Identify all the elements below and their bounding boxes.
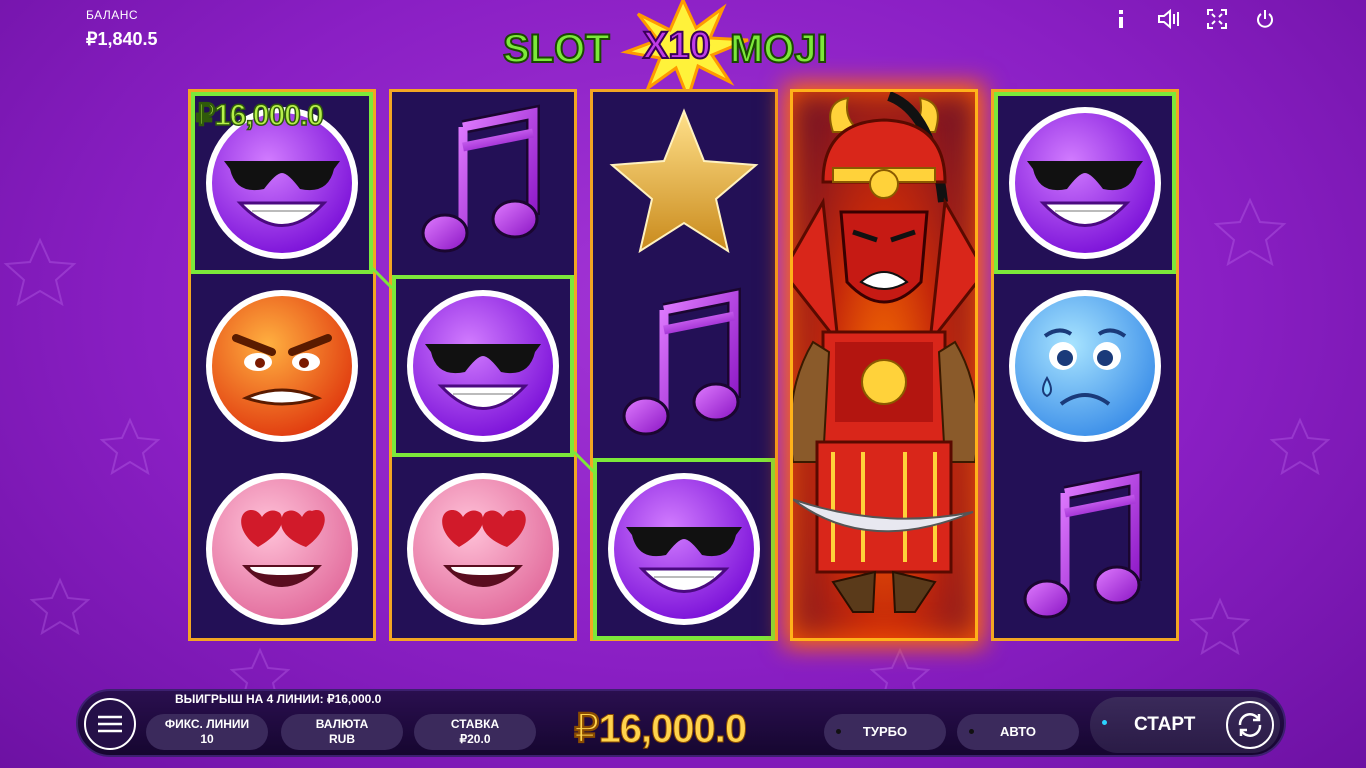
- sunglasses-emoji-icon: [604, 469, 764, 629]
- spin-icon: [1226, 701, 1274, 749]
- hamburger-icon: [98, 715, 122, 733]
- music-note-icon: [604, 286, 764, 446]
- win-lines-text: ВЫИГРЫШ НА 4 ЛИНИИ: ₽16,000.0: [175, 692, 382, 706]
- top-toolbar: [1108, 6, 1278, 32]
- reel-3-sym-1: [593, 92, 775, 274]
- heart-eyes-emoji-icon: [202, 469, 362, 629]
- star-icon: [604, 103, 764, 263]
- power-icon[interactable]: [1252, 6, 1278, 32]
- reel-3-sym-2: [593, 275, 775, 457]
- reel-5: [991, 89, 1179, 641]
- reel-1: [188, 89, 376, 641]
- reel-5-sym-1: [994, 92, 1176, 274]
- reel-3-sym-3: [593, 458, 775, 640]
- reel-1-sym-2: [191, 275, 373, 457]
- fullscreen-icon[interactable]: [1204, 6, 1230, 32]
- reel-5-sym-3: [994, 458, 1176, 640]
- total-win-amount: ₽16,000.0: [573, 707, 747, 752]
- info-icon[interactable]: [1108, 6, 1134, 32]
- reel-2: [389, 89, 577, 641]
- auto-toggle[interactable]: АВТО: [957, 714, 1079, 750]
- logo-left-text: SLOT: [503, 27, 610, 71]
- sunglasses-emoji-icon: [403, 286, 563, 446]
- music-note-icon: [1005, 469, 1165, 629]
- angry-emoji-icon: [202, 286, 362, 446]
- lines-label: ФИКС. ЛИНИИ: [164, 717, 250, 731]
- reel-4: [772, 89, 987, 641]
- start-button[interactable]: СТАРТ: [1090, 697, 1280, 753]
- auto-label: АВТО: [999, 724, 1036, 739]
- bet-label: СТАВКА: [450, 717, 500, 731]
- lines-selector[interactable]: ФИКС. ЛИНИИ 10: [146, 714, 268, 750]
- reel-win-amount: ₽16,000.0: [195, 98, 324, 133]
- bet-selector[interactable]: СТАВКА ₽20.0: [414, 714, 536, 750]
- bet-value: ₽20.0: [459, 732, 491, 746]
- currency-label: ВАЛЮТА: [315, 717, 369, 731]
- auto-indicator: [969, 729, 974, 734]
- currency-selector[interactable]: ВАЛЮТА RUB: [281, 714, 403, 750]
- reel-2-sym-3: [392, 458, 574, 640]
- currency-value: RUB: [329, 732, 355, 746]
- menu-button[interactable]: [84, 698, 136, 750]
- reel-3: [590, 89, 778, 641]
- reel-2-sym-1: [392, 92, 574, 274]
- reel-5-sym-2: [994, 275, 1176, 457]
- sad-emoji-icon: [1005, 286, 1165, 446]
- turbo-indicator: [836, 729, 841, 734]
- logo-multiplier-text: X10: [643, 25, 711, 67]
- heart-eyes-emoji-icon: [403, 469, 563, 629]
- logo-right-text: MOJI: [730, 27, 828, 71]
- lines-value: 10: [200, 732, 214, 746]
- turbo-toggle[interactable]: ТУРБО: [824, 714, 946, 750]
- samurai-wild-icon: [772, 91, 987, 613]
- sound-icon[interactable]: [1156, 6, 1182, 32]
- balance-label: БАЛАНС: [86, 8, 139, 22]
- game-logo: SLOT X10 MOJI: [502, 0, 829, 100]
- turbo-label: ТУРБО: [862, 724, 908, 739]
- reel-1-sym-3: [191, 458, 373, 640]
- start-indicator: [1102, 720, 1107, 725]
- reel-2-sym-2: [392, 275, 574, 457]
- balance-value: ₽1,840.5: [86, 29, 158, 49]
- sunglasses-emoji-icon: [1005, 103, 1165, 263]
- music-note-icon: [403, 103, 563, 263]
- start-label: СТАРТ: [1134, 714, 1196, 735]
